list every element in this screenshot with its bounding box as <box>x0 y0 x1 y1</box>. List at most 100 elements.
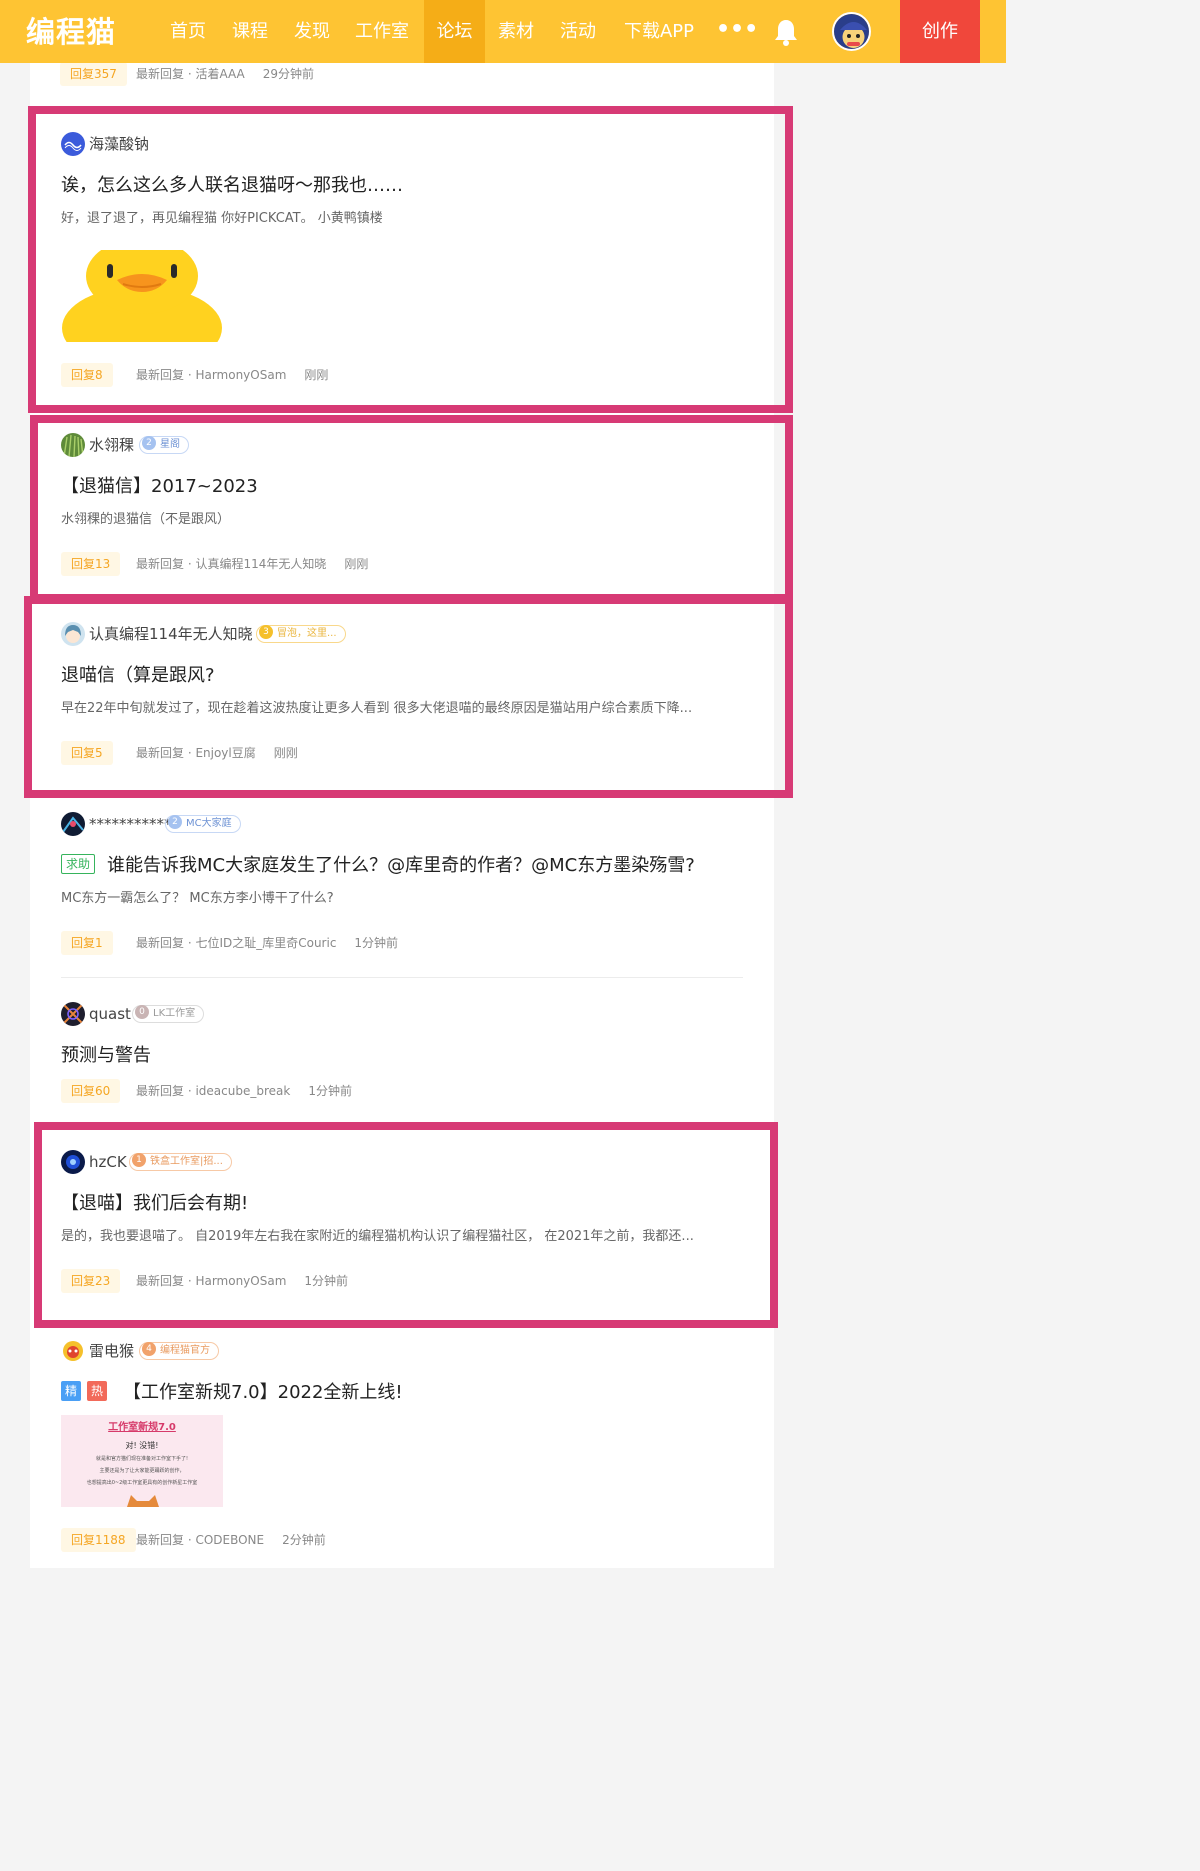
thumbnail-line: 对! 没错! <box>125 1441 159 1450</box>
latest-reply-meta: 最新回复 · HarmonyOSam 刚刚 <box>136 363 328 387</box>
post-excerpt: 好，退了退了，再见编程猫 你好PICKCAT。 小黄鸭镇楼 <box>61 211 383 226</box>
author-name[interactable]: 认真编程114年无人知晓 <box>89 622 253 646</box>
nav-item-courses[interactable]: 课程 <box>222 0 278 63</box>
nav-item-home[interactable]: 首页 <box>160 0 216 63</box>
author-avatar[interactable] <box>61 433 85 457</box>
author-avatar[interactable] <box>61 1150 85 1174</box>
post-title[interactable]: 诶，怎么这么多人联名退猫呀～那我也…… <box>61 172 403 200</box>
reply-count[interactable]: 回复8 <box>61 363 113 387</box>
reply-count[interactable]: 回复23 <box>61 1269 121 1293</box>
level-number: 2 <box>142 436 156 450</box>
author-avatar[interactable] <box>61 1002 85 1026</box>
post-title-text[interactable]: 谁能告诉我MC大家庭发生了什么？@库里奇的作者？@MC东方墨染殇雪? <box>107 855 695 876</box>
post-excerpt: 水翎稞的退猫信（不是跟风） <box>61 512 231 527</box>
level-badge-text: 冒泡，这里... <box>277 628 337 639</box>
post-excerpt: MC东方一霸怎么了？ MC东方李小博干了什么? <box>61 891 334 906</box>
create-button[interactable]: 创作 <box>900 0 980 63</box>
nav-item-forum[interactable]: 论坛 <box>424 0 485 63</box>
level-badge-text: MC大家庭 <box>186 818 232 829</box>
post-time: 2分钟前 <box>282 1533 326 1547</box>
level-badge-text: 铁盒工作室|招... <box>150 1156 223 1167</box>
user-avatar[interactable] <box>832 12 871 51</box>
author-name[interactable]: 海藻酸钠 <box>89 132 149 156</box>
level-badge-text: 星阁 <box>160 439 180 450</box>
level-number: 0 <box>135 1005 149 1019</box>
author-name[interactable]: hzCK <box>89 1150 127 1174</box>
author-avatar[interactable] <box>61 622 85 646</box>
author-name[interactable]: 雷电猴 <box>89 1339 134 1363</box>
forum-post-list: 回复357 最新回复 · 活着AAA 29分钟前 海藻酸钠 诶，怎么这么多人联名退… <box>30 0 774 1568</box>
post-time: 刚刚 <box>304 368 329 382</box>
level-number: 3 <box>259 625 273 639</box>
author-avatar[interactable] <box>61 1339 85 1363</box>
author-avatar[interactable] <box>61 812 85 836</box>
latest-reply-user: 最新回复 · HarmonyOSam <box>136 1274 287 1288</box>
top-nav-bar: 编程猫 首页 课程 发现 工作室 论坛 素材 活动 下载APP ••• 创作 <box>0 0 1006 63</box>
post-title[interactable]: 【退喵】我们后会有期! <box>61 1190 248 1218</box>
latest-reply-meta: 最新回复 · CODEBONE 2分钟前 <box>136 1528 326 1552</box>
post-title[interactable]: 【退猫信】2017~2023 <box>61 473 258 501</box>
reply-count[interactable]: 回复357 <box>60 62 127 86</box>
post-time: 1分钟前 <box>354 936 399 950</box>
thumbnail-line: 主要还是为了让大家能更踊跃的创作， <box>99 1468 185 1474</box>
latest-reply-meta: 最新回复 · 七位ID之耻_库里奇Couric 1分钟前 <box>136 931 398 955</box>
nav-item-discover[interactable]: 发现 <box>284 0 340 63</box>
reply-count[interactable]: 回复13 <box>61 552 121 576</box>
level-badge-text: LK工作室 <box>153 1008 196 1019</box>
author-name[interactable]: 水翎稞 <box>89 433 134 457</box>
site-logo[interactable]: 编程猫 <box>26 12 116 52</box>
latest-reply-meta: 最新回复 · ideacube_break 1分钟前 <box>136 1079 352 1103</box>
latest-reply-user: 最新回复 · ideacube_break <box>136 1084 291 1098</box>
level-badge: 1 铁盒工作室|招... <box>129 1153 232 1171</box>
post-image-duck[interactable] <box>61 250 223 342</box>
featured-tag: 精 <box>61 1381 81 1401</box>
level-number: 4 <box>142 1342 156 1356</box>
thumbnail-line: 也想提高出0~2级工作室更具有的创作新星工作室 <box>86 1480 198 1486</box>
reply-count[interactable]: 回复5 <box>61 741 113 765</box>
latest-reply-meta: 最新回复 · HarmonyOSam 1分钟前 <box>136 1269 348 1293</box>
post-title[interactable]: 求助 谁能告诉我MC大家庭发生了什么？@库里奇的作者？@MC东方墨染殇雪? <box>61 852 695 880</box>
reply-count[interactable]: 回复60 <box>61 1079 121 1103</box>
nav-item-download-app[interactable]: 下载APP <box>614 0 704 63</box>
thumbnail-line: 就是和官方猫们现在准备对工作室下手了! <box>95 1456 188 1462</box>
nav-item-events[interactable]: 活动 <box>550 0 606 63</box>
latest-reply-user: 最新回复 · 七位ID之耻_库里奇Couric <box>136 936 337 950</box>
reply-count[interactable]: 回复1 <box>61 931 113 955</box>
latest-reply-user: 最新回复 · Enjoyl豆腐 <box>136 746 256 760</box>
nav-item-assets[interactable]: 素材 <box>488 0 544 63</box>
latest-reply-user: 最新回复 · HarmonyOSam <box>136 368 287 382</box>
reply-count[interactable]: 回复1188 <box>61 1528 136 1552</box>
latest-reply-user: 最新回复 · CODEBONE <box>136 1533 265 1547</box>
level-number: 1 <box>132 1153 146 1167</box>
more-menu-icon[interactable]: ••• <box>716 0 758 63</box>
post-time: 29分钟前 <box>262 67 315 81</box>
hot-tag: 热 <box>87 1381 107 1401</box>
author-avatar[interactable] <box>61 132 85 156</box>
latest-reply-meta: 最新回复 · 活着AAA 29分钟前 <box>136 62 314 86</box>
author-name[interactable]: *********** <box>89 812 172 836</box>
latest-reply-user: 最新回复 · 认真编程114年无人知晓 <box>136 557 327 571</box>
level-badge: 2 MC大家庭 <box>165 815 241 833</box>
bell-icon[interactable] <box>773 18 799 46</box>
post-title[interactable]: 预测与警告 <box>61 1042 151 1070</box>
post-time: 刚刚 <box>273 746 298 760</box>
post-title-text[interactable]: 【工作室新规7.0】2022全新上线! <box>123 1382 403 1403</box>
post-title[interactable]: 退喵信（算是跟风? <box>61 662 215 690</box>
author-name[interactable]: quast <box>89 1002 131 1026</box>
nav-item-studio[interactable]: 工作室 <box>346 0 418 63</box>
latest-reply-meta: 最新回复 · 认真编程114年无人知晓 刚刚 <box>136 552 368 576</box>
thumbnail-title: 工作室新规7.0 <box>108 1422 176 1433</box>
level-number: 2 <box>168 815 182 829</box>
latest-reply-meta: 最新回复 · Enjoyl豆腐 刚刚 <box>136 741 298 765</box>
cat-icon <box>127 1495 159 1507</box>
post-image-thumbnail[interactable]: 工作室新规7.0 对! 没错! 就是和官方猫们现在准备对工作室下手了! 主要还是… <box>61 1415 223 1507</box>
level-badge: 4 编程猫官方 <box>139 1342 219 1360</box>
level-badge: 3 冒泡，这里... <box>256 625 346 643</box>
post-title[interactable]: 精热【工作室新规7.0】2022全新上线! <box>61 1379 403 1407</box>
post-time: 1分钟前 <box>308 1084 352 1098</box>
level-badge: 2 星阁 <box>139 436 189 454</box>
level-badge-text: 编程猫官方 <box>160 1345 210 1356</box>
help-tag: 求助 <box>61 854 96 874</box>
post-time: 1分钟前 <box>304 1274 349 1288</box>
post-time: 刚刚 <box>344 557 369 571</box>
